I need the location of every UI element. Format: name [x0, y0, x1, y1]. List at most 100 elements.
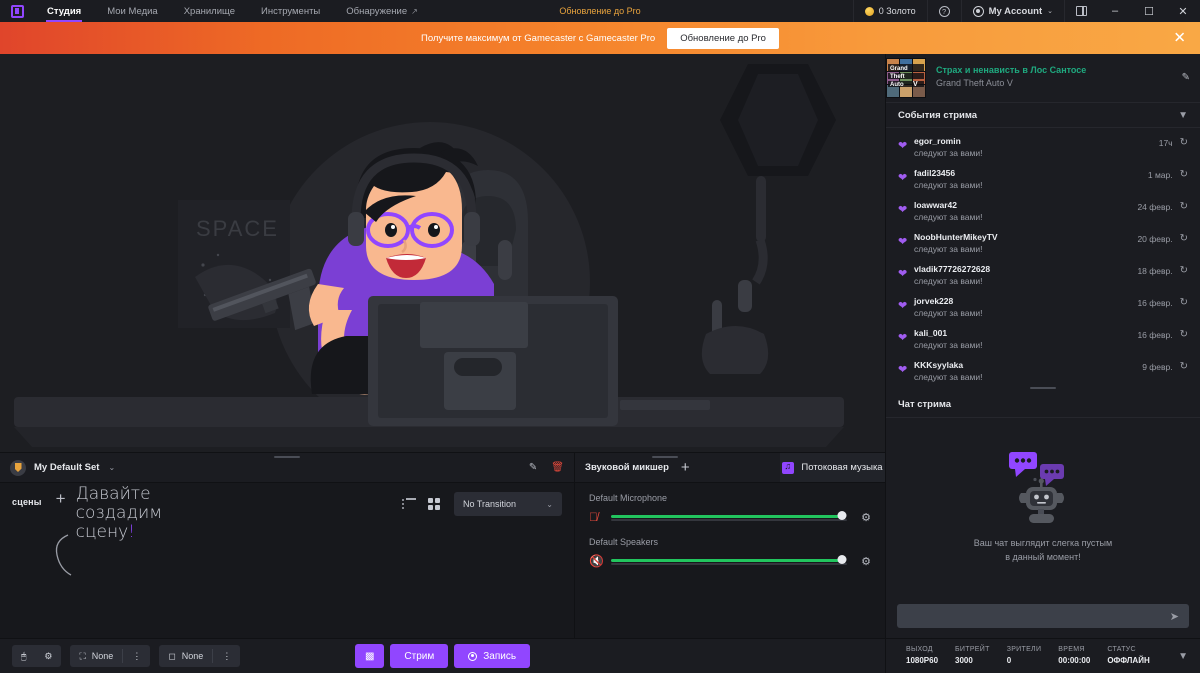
scene-view-tools: No Transition ⌄: [402, 492, 562, 516]
heart-icon: ❤: [898, 300, 908, 312]
status-key: БИТРЕЙТ: [955, 645, 990, 653]
replay-icon[interactable]: ↻: [1180, 233, 1188, 244]
list-item[interactable]: ❤ vladik77726272628 следуют за вами! 18 …: [886, 256, 1200, 288]
transition-select[interactable]: No Transition ⌄: [454, 492, 562, 516]
slider-knob[interactable]: [837, 511, 847, 520]
replay-icon[interactable]: ↻: [1180, 297, 1188, 308]
nav-item-storage[interactable]: Хранилище: [171, 0, 248, 22]
window-maximize-button[interactable]: ☐: [1132, 0, 1166, 22]
replay-icon[interactable]: ↻: [1180, 265, 1188, 276]
chat-input[interactable]: [907, 611, 1170, 621]
add-audio-source-button[interactable]: +: [681, 460, 690, 475]
nav-label: Студия: [47, 5, 82, 17]
account-menu[interactable]: My Account ⌄: [960, 0, 1064, 22]
trash-icon[interactable]: 🗑: [551, 462, 564, 473]
panel-resize-handle[interactable]: [274, 456, 300, 458]
heart-icon: ❤: [898, 332, 908, 344]
bottom-dock: My Default Set ⌄ ✎ 🗑 сцены + Давайте соз…: [0, 452, 885, 638]
nav-item-my-media[interactable]: Мои Медиа: [94, 0, 170, 22]
edit-stream-info-icon[interactable]: ✎: [1182, 72, 1190, 83]
list-item[interactable]: ❤ jorvek228 следуют за вами! 16 февр. ↻: [886, 288, 1200, 320]
chevron-down-icon[interactable]: ⌄: [108, 463, 115, 472]
stream-button[interactable]: Стрим: [390, 644, 449, 668]
event-desc: следуют за вами!: [914, 148, 983, 159]
window-close-button[interactable]: ✕: [1166, 0, 1200, 22]
replay-icon[interactable]: ↻: [1180, 361, 1188, 372]
mixer-resize-handle[interactable]: [652, 456, 678, 458]
promo-close-icon[interactable]: ✕: [1173, 31, 1186, 46]
tab-streaming-music[interactable]: Потоковая музыка: [780, 453, 885, 483]
camera-source-label: None: [181, 651, 204, 661]
stream-preview-canvas[interactable]: SPACE: [0, 54, 885, 452]
list-view-icon[interactable]: [402, 498, 416, 510]
stream-chat-header: Чат стрима: [886, 392, 1200, 418]
cursor-icon[interactable]: 🖱: [12, 645, 35, 667]
upgrade-to-pro-link[interactable]: Обновление до Pro: [559, 6, 640, 16]
layout-toggle-button[interactable]: [1064, 0, 1098, 22]
list-item[interactable]: ❤ egor_romin следуют за вами! 17ч ↻: [886, 128, 1200, 160]
gear-icon[interactable]: ⚙: [35, 645, 61, 667]
event-time: 20 февр.: [1137, 233, 1173, 244]
status-value: 00:00:00: [1058, 656, 1091, 666]
pencil-icon[interactable]: ✎: [529, 462, 537, 473]
nav-item-discovery[interactable]: Обнаружение ↗: [333, 0, 431, 22]
gold-balance[interactable]: 0 Золото: [852, 0, 927, 22]
camera-off-source-button[interactable]: ◻ None: [159, 645, 212, 667]
mic-muted-icon[interactable]: 🎙̸: [589, 510, 611, 524]
nav-item-tools[interactable]: Инструменты: [248, 0, 333, 22]
grid-view-icon[interactable]: [428, 498, 442, 510]
svg-text:Grand: Grand: [890, 66, 908, 72]
event-user: KKKsyylaka: [914, 360, 964, 370]
event-desc: следуют за вами!: [914, 372, 983, 383]
stream-events-header: События стрима ▼: [886, 102, 1200, 128]
list-item[interactable]: ❤ NoobHunterMikeyTV следуют за вами! 20 …: [886, 224, 1200, 256]
promo-banner: Получите максимум от Gamecaster с Gameca…: [0, 22, 1200, 54]
replay-icon[interactable]: ↻: [1180, 169, 1188, 180]
speaker-muted-icon[interactable]: 🔇: [589, 554, 611, 568]
webcam-menu-button[interactable]: ⋮: [123, 645, 150, 667]
mic-volume-slider[interactable]: [611, 511, 848, 523]
event-desc: следуют за вами!: [914, 180, 983, 191]
event-time: 18 февр.: [1137, 265, 1173, 276]
list-item[interactable]: ❤ fadil23456 следуют за вами! 1 мар. ↻: [886, 160, 1200, 192]
webcam-source-button[interactable]: ⛶ None: [70, 645, 122, 667]
replay-icon[interactable]: ↻: [1180, 329, 1188, 340]
chat-empty-line-2: в данный момент!: [1005, 552, 1081, 562]
list-item[interactable]: ❤ kali_001 следуют за вами! 16 февр. ↻: [886, 320, 1200, 352]
account-label: My Account: [988, 5, 1043, 17]
promo-upgrade-button[interactable]: Обновление до Pro: [667, 27, 779, 49]
send-icon[interactable]: ➤: [1170, 610, 1179, 623]
event-user: fadil23456: [914, 168, 956, 178]
slider-track: [611, 562, 848, 565]
stream-events-list[interactable]: ❤ egor_romin следуют за вами! 17ч ↻ ❤ fa…: [886, 128, 1200, 383]
filter-icon[interactable]: ▼: [1178, 110, 1188, 121]
source-group-webcam: ⛶ None ⋮: [70, 645, 151, 667]
svg-text:Auto: Auto: [890, 82, 904, 88]
add-scene-button[interactable]: +: [56, 490, 66, 507]
app-logo[interactable]: [0, 4, 34, 18]
list-item[interactable]: ❤ KKKsyylaka следуют за вами! 9 февр. ↻: [886, 352, 1200, 383]
collapse-icon[interactable]: ▼: [1178, 651, 1188, 662]
help-button[interactable]: ?: [926, 0, 961, 22]
window-minimize-button[interactable]: –: [1098, 0, 1132, 22]
status-value: 3000: [955, 656, 973, 666]
gear-icon[interactable]: ⚙: [861, 555, 871, 568]
panel-divider-handle[interactable]: [886, 383, 1200, 392]
camera-menu-button[interactable]: ⋮: [213, 645, 240, 667]
record-button[interactable]: Запись: [454, 644, 531, 668]
chat-input-box[interactable]: ➤: [897, 604, 1189, 628]
speakers-volume-slider[interactable]: [611, 555, 848, 567]
replay-icon[interactable]: ↻: [1180, 201, 1188, 212]
replay-icon[interactable]: ↻: [1180, 137, 1188, 148]
panel-layout-icon: [1076, 6, 1087, 16]
nav-item-studio[interactable]: Студия: [34, 0, 94, 22]
gamecaster-logo-icon: [10, 4, 24, 18]
event-desc: следуют за вами!: [914, 340, 983, 351]
slider-knob[interactable]: [837, 555, 847, 564]
scene-set-header: My Default Set ⌄ ✎ 🗑: [0, 453, 574, 483]
event-user: jorvek228: [914, 296, 954, 306]
twitch-platform-button[interactable]: ▩: [354, 644, 385, 668]
gear-icon[interactable]: ⚙: [861, 511, 871, 524]
list-item[interactable]: ❤ loawwar42 следуют за вами! 24 февр. ↻: [886, 192, 1200, 224]
status-value: ОФФЛАЙН: [1107, 656, 1150, 666]
